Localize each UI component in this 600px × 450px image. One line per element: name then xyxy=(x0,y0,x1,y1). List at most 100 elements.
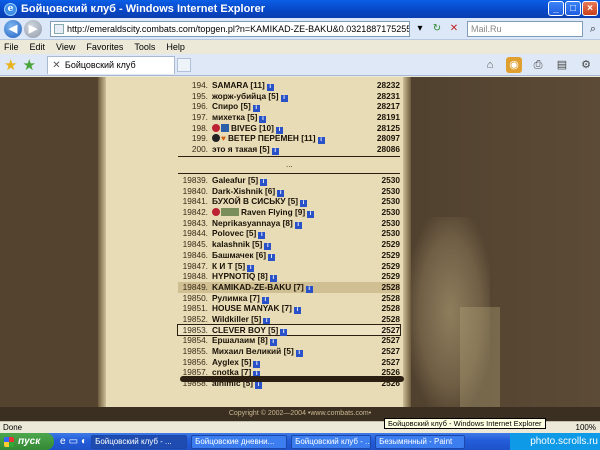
print-icon[interactable]: ⎙ xyxy=(530,57,546,73)
nick-text: Polovec xyxy=(212,228,244,239)
player-nick[interactable]: Raven Flying [9] i xyxy=(212,207,315,219)
player-nick[interactable]: Polovec [5] i xyxy=(212,228,266,240)
menu-help[interactable]: Help xyxy=(166,42,185,52)
player-nick[interactable]: CLEVER BOY [5] i xyxy=(212,324,288,336)
menu-edit[interactable]: Edit xyxy=(30,42,46,52)
player-nick[interactable]: kalashnik [5] i xyxy=(212,239,272,251)
clan-heart-icon: ♥ xyxy=(221,133,226,144)
back-button[interactable]: ◀ xyxy=(4,19,22,38)
nick-text: CLEVER BOY xyxy=(212,324,266,335)
ranking-row: 19850. Рулимка [7] i 2528 xyxy=(178,293,400,304)
ranking-row: 196. Спиро [5] i 28217 xyxy=(178,101,400,113)
page-menu-icon[interactable]: ▤ xyxy=(554,57,570,73)
forward-button[interactable]: ▶ xyxy=(24,19,42,38)
menu-file[interactable]: File xyxy=(4,42,19,52)
rank-number: 19855. xyxy=(182,346,208,356)
ranking-row: 19845. kalashnik [5] i 2529 xyxy=(178,239,400,251)
score: 28217 xyxy=(376,101,400,112)
player-nick[interactable]: жорж-убийца [5] i xyxy=(212,91,288,102)
search-input[interactable]: Mail.Ru xyxy=(467,20,583,37)
level-text: [5] xyxy=(252,239,263,250)
search-icon[interactable]: ⌕ xyxy=(586,22,600,36)
score: 2528 xyxy=(381,281,400,292)
rank-number: 19847. xyxy=(182,260,208,271)
dropdown-arrow-icon[interactable]: ▾ xyxy=(413,22,427,36)
score: 28125 xyxy=(376,122,400,133)
address-input[interactable]: http://emeraldscity.combats.com/topgen.p… xyxy=(50,20,410,37)
menu-view[interactable]: View xyxy=(56,42,75,52)
level-text: [5] xyxy=(251,313,262,324)
alignment-icon xyxy=(212,123,220,132)
status-text: Done xyxy=(3,423,23,432)
title-bar[interactable]: e Бойцовский клуб - Windows Internet Exp… xyxy=(0,0,600,18)
maximize-button[interactable]: □ xyxy=(565,1,581,16)
player-nick[interactable]: SAMARA [11] i xyxy=(212,80,274,91)
taskbar-item[interactable]: Бойцовский клуб - ... xyxy=(291,434,372,449)
stop-icon[interactable]: ✕ xyxy=(447,22,461,36)
score: 2528 xyxy=(381,292,400,303)
ranking-bottom-list: 19839. Galeafur [5] i 2530 19840. Dark-Xishn… xyxy=(177,175,401,390)
score: 28191 xyxy=(376,112,400,123)
taskbar-item[interactable]: Безымянный - Paint xyxy=(375,434,466,449)
desktop-quicklaunch-icon[interactable]: ▭ xyxy=(69,436,78,447)
player-nick[interactable]: Михаил Великий [5] i xyxy=(212,346,303,357)
rss-icon[interactable]: ◉ xyxy=(506,57,522,73)
rank-number: 200. xyxy=(191,144,208,155)
score: 2530 xyxy=(381,175,400,185)
refresh-icon[interactable]: ↻ xyxy=(430,22,444,36)
player-nick[interactable]: это я такая [5] i xyxy=(212,144,279,156)
rank-number: 19846. xyxy=(182,249,208,260)
rank-number: 19848. xyxy=(182,271,208,282)
rank-number: 19854. xyxy=(182,335,208,346)
player-nick[interactable]: Спиро [5] i xyxy=(212,101,260,113)
taskbar-item[interactable]: Бойцовские дневни... xyxy=(191,434,288,449)
player-nick[interactable]: Ayglex [5] i xyxy=(212,357,261,368)
system-tray: photo.scrolls.ru xyxy=(510,433,600,450)
player-nick[interactable]: Neprikasyannaya [8] i xyxy=(212,218,302,229)
tab-fight-club[interactable]: ✕ Бойцовский клуб xyxy=(46,55,175,74)
menu-favorites[interactable]: Favorites xyxy=(86,42,123,52)
player-nick[interactable]: ♥ ВЕТЕР ПЕРЕМЕН [11] i xyxy=(212,133,325,145)
close-button[interactable]: × xyxy=(582,1,598,16)
start-label: пуск xyxy=(18,436,41,447)
nick-text: Спиро xyxy=(212,101,239,112)
media-quicklaunch-icon[interactable]: ◐ xyxy=(81,436,87,447)
info-icon[interactable]: i xyxy=(255,382,263,390)
scroll-edge-right xyxy=(403,77,411,407)
score: 2527 xyxy=(381,335,400,346)
ranking-row: 198. BIVEG [10] i 28125 xyxy=(178,123,400,134)
rank-number: 19845. xyxy=(182,239,208,250)
ie-quicklaunch-icon[interactable]: e xyxy=(60,436,66,447)
player-nick[interactable]: KAMIKAD-ZE-BAKU [7] i xyxy=(212,282,313,293)
menu-tools[interactable]: Tools xyxy=(134,42,155,52)
ranking-row: 19854. Ершалаим [8] i 2527 xyxy=(178,335,400,347)
score: 2527 xyxy=(381,346,400,356)
player-nick[interactable]: HOUSE MANYAK [7] i xyxy=(212,303,301,315)
taskbar-item[interactable]: Бойцовский клуб - ... xyxy=(91,434,188,449)
favorites-star-icon[interactable]: ★ xyxy=(4,56,17,74)
player-nick[interactable]: михетка [5] i xyxy=(212,112,267,124)
player-nick[interactable]: БУХОЙ В СИСЬКУ [5] i xyxy=(212,196,308,208)
start-button[interactable]: пуск xyxy=(0,433,54,450)
player-nick[interactable]: BIVEG [10] i xyxy=(212,123,283,134)
quick-launch: e ▭ ◐ xyxy=(60,436,87,447)
info-icon[interactable]: i xyxy=(271,148,279,156)
player-nick[interactable]: К И Т [5] i xyxy=(212,261,255,272)
ranking-row: 19851. HOUSE MANYAK [7] i 2528 xyxy=(178,303,400,315)
level-text: [7] xyxy=(293,281,304,292)
player-nick[interactable]: Wildkiller [5] i xyxy=(212,313,271,325)
ie-logo-icon: e xyxy=(4,2,17,16)
tools-gear-icon[interactable]: ⚙ xyxy=(578,57,594,73)
home-icon[interactable]: ⌂ xyxy=(482,57,498,73)
player-nick[interactable]: HYPNOTIQ [8] i xyxy=(212,271,277,283)
player-nick[interactable]: Рулимка [7] i xyxy=(212,293,269,304)
new-tab-button[interactable] xyxy=(176,57,191,72)
crossed-swords-icon: ✕ xyxy=(52,59,61,71)
player-nick[interactable]: Башмачек [6] i xyxy=(212,250,275,261)
level-text: [5] xyxy=(268,324,279,335)
player-nick[interactable]: Galeafur [5] i xyxy=(212,175,268,186)
player-nick[interactable]: Ершалаим [8] i xyxy=(212,335,277,347)
ranking-row: 19842. Raven Flying [9] i 2530 xyxy=(178,207,400,219)
add-favorite-icon[interactable]: ★ xyxy=(22,56,35,74)
minimize-button[interactable]: _ xyxy=(548,1,564,16)
